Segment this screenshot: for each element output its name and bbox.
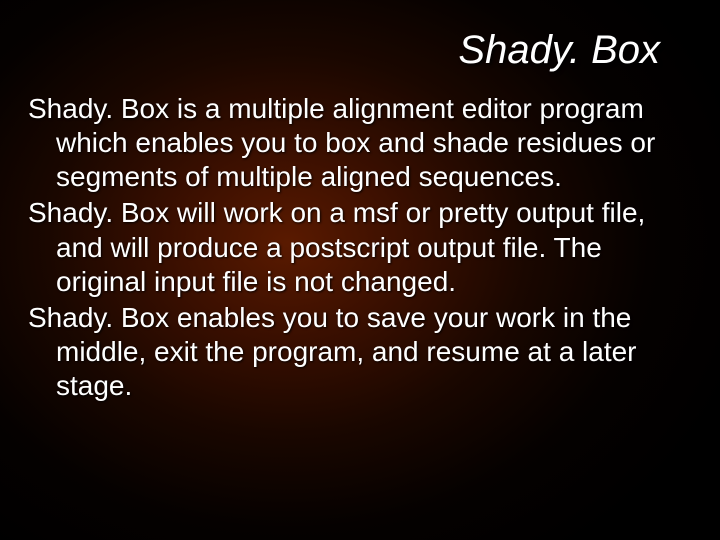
paragraph: Shady. Box enables you to save your work…	[28, 301, 680, 403]
slide-body: Shady. Box is a multiple alignment edito…	[28, 92, 680, 405]
slide-title: Shady. Box	[0, 28, 660, 73]
paragraph: Shady. Box will work on a msf or pretty …	[28, 196, 680, 298]
paragraph: Shady. Box is a multiple alignment edito…	[28, 92, 680, 194]
slide: Shady. Box Shady. Box is a multiple alig…	[0, 0, 720, 540]
